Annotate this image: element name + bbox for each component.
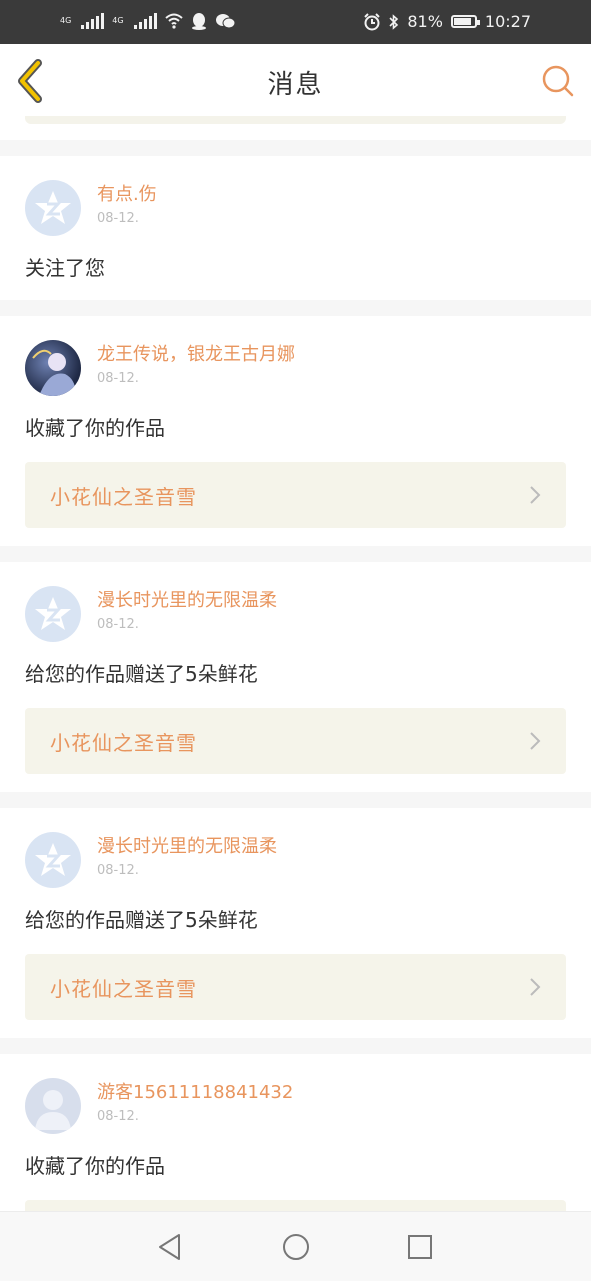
user-name[interactable]: 游客15611118841432: [97, 1080, 566, 1106]
guest-avatar-icon: [35, 1090, 71, 1130]
list-item[interactable]: 漫长时光里的无限温柔 08-12. 给您的作品赠送了5朵鲜花 小花仙之圣音雪: [0, 562, 591, 792]
chevron-right-icon: [530, 486, 541, 504]
system-nav-bar: [0, 1211, 591, 1281]
status-right: 81% 10:27: [363, 12, 531, 31]
status-left: 4G 4G: [60, 12, 235, 30]
message-list[interactable]: 有点.伤 08-12. 关注了您 龙王传说，银龙王古月娜 08-12. 收藏了你…: [0, 116, 591, 1211]
signal-icon: [133, 13, 157, 29]
message-text: 给您的作品赠送了5朵鲜花: [25, 662, 258, 686]
wechat-icon: [215, 14, 235, 29]
item-meta: 游客15611118841432 08-12.: [97, 1078, 566, 1144]
default-avatar-icon: [35, 843, 71, 876]
avatar[interactable]: [25, 1078, 81, 1134]
list-item[interactable]: 漫长时光里的无限温柔 08-12. 给您的作品赠送了5朵鲜花 小花仙之圣音雪: [0, 808, 591, 1038]
timestamp: 08-12.: [97, 863, 139, 878]
work-link[interactable]: [25, 1200, 566, 1211]
user-name[interactable]: 有点.伤: [97, 182, 566, 208]
home-circle-icon[interactable]: [281, 1232, 311, 1262]
header: 消息: [0, 44, 591, 117]
timestamp: 08-12.: [97, 1109, 139, 1124]
back-triangle-icon[interactable]: [155, 1232, 185, 1262]
item-meta: 龙王传说，银龙王古月娜 08-12.: [97, 340, 566, 406]
network-type-2: 4G: [112, 16, 124, 25]
avatar[interactable]: [25, 340, 81, 396]
status-bar: 4G 4G 81% 10:27: [0, 0, 591, 44]
message-text: 关注了您: [25, 256, 105, 280]
user-name[interactable]: 龙王传说，银龙王古月娜: [97, 342, 566, 368]
search-icon[interactable]: [541, 64, 575, 98]
list-item[interactable]: 游客15611118841432 08-12. 收藏了你的作品: [0, 1054, 591, 1211]
divider: [0, 140, 591, 156]
item-meta: 漫长时光里的无限温柔 08-12.: [97, 832, 566, 898]
user-name[interactable]: 漫长时光里的无限温柔: [97, 588, 566, 614]
work-title: 小花仙之圣音雪: [50, 484, 197, 509]
work-link[interactable]: 小花仙之圣音雪: [25, 462, 566, 528]
default-avatar-icon: [35, 597, 71, 630]
battery-icon: [450, 15, 480, 28]
item-meta: 有点.伤 08-12.: [97, 180, 566, 246]
previous-item-stub: [0, 116, 591, 140]
alarm-icon: [364, 12, 381, 30]
chevron-right-icon: [530, 978, 541, 996]
signal-icon: [81, 13, 105, 29]
timestamp: 08-12.: [97, 371, 139, 386]
work-link-stub: [25, 116, 566, 124]
avatar[interactable]: [25, 180, 81, 236]
photo-avatar-icon: [32, 349, 76, 396]
network-type-1: 4G: [60, 16, 72, 25]
avatar[interactable]: [25, 586, 81, 642]
message-text: 收藏了你的作品: [25, 416, 165, 440]
recents-square-icon[interactable]: [405, 1232, 435, 1262]
list-item[interactable]: 有点.伤 08-12. 关注了您: [0, 156, 591, 300]
default-avatar-icon: [35, 191, 71, 224]
page-title: 消息: [267, 70, 324, 100]
work-link[interactable]: 小花仙之圣音雪: [25, 708, 566, 774]
work-title: 小花仙之圣音雪: [50, 730, 197, 755]
qq-icon: [191, 13, 206, 30]
work-title: 小花仙之圣音雪: [50, 976, 197, 1001]
clock: 10:27: [484, 12, 531, 31]
battery-percent: 81%: [407, 12, 443, 31]
work-link[interactable]: 小花仙之圣音雪: [25, 954, 566, 1020]
message-text: 给您的作品赠送了5朵鲜花: [25, 908, 258, 932]
timestamp: 08-12.: [97, 211, 139, 226]
avatar[interactable]: [25, 832, 81, 888]
item-meta: 漫长时光里的无限温柔 08-12.: [97, 586, 566, 652]
wifi-icon: [164, 13, 183, 29]
user-name[interactable]: 漫长时光里的无限温柔: [97, 834, 566, 860]
bluetooth-icon: [389, 13, 399, 30]
message-text: 收藏了你的作品: [25, 1154, 165, 1178]
chevron-right-icon: [530, 732, 541, 750]
timestamp: 08-12.: [97, 617, 139, 632]
list-item[interactable]: 龙王传说，银龙王古月娜 08-12. 收藏了你的作品 小花仙之圣音雪: [0, 316, 591, 546]
